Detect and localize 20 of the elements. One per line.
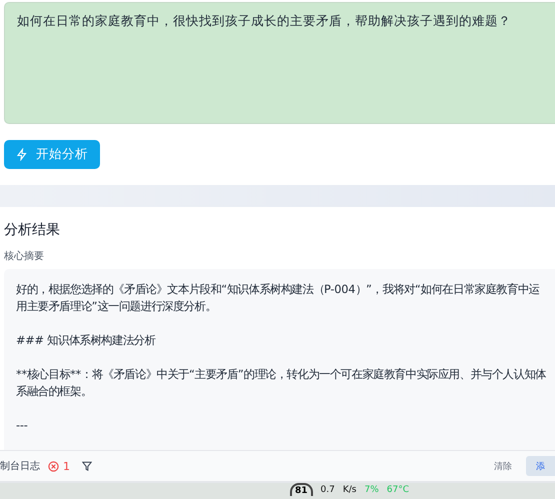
temperature: 67°C	[386, 484, 410, 495]
cpu-usage: 7%	[364, 484, 379, 495]
console-title: 制台日志	[0, 460, 40, 473]
error-icon	[48, 460, 59, 472]
summary-paragraph: ---	[16, 418, 29, 434]
lightning-icon	[16, 148, 28, 161]
analyze-button[interactable]: 开始分析	[4, 140, 100, 169]
network-speed: 0.7	[320, 484, 335, 495]
clear-button[interactable]: 清除	[480, 460, 526, 472]
summary-paragraph: 好的，根据您选择的《矛盾论》文本片段和“知识体系树构建法（P-004）”，我将对“如何在日常家庭教育中运用主要矛盾理论”这一问题进行深度分析。	[16, 282, 540, 315]
question-field[interactable]: 如何在日常的家庭教育中，很快找到孩子成长的主要矛盾，帮助解决孩子遇到的难题？	[4, 2, 555, 124]
section-title: 分析结果	[4, 221, 61, 239]
error-count: 1	[63, 460, 70, 472]
add-button[interactable]: 添	[526, 456, 555, 476]
summary-paragraph: **核心目标**：将《矛盾论》中关于“主要矛盾”的理论，转化为一个可在家庭教育中实际应用、并与个人认知体系融合的框架。	[16, 367, 547, 400]
summary-label: 核心摘要	[4, 250, 45, 263]
filter-icon[interactable]	[82, 461, 92, 471]
score-badge: 81	[290, 483, 313, 496]
summary-paragraph: ### 知识体系树构建法分析	[16, 333, 157, 349]
speed-unit: K/s	[342, 484, 356, 495]
